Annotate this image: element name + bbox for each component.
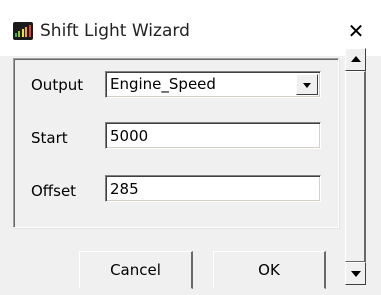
offset-input[interactable] (105, 175, 321, 202)
window-title: Shift Light Wizard (40, 21, 190, 41)
icon-bar (21, 29, 24, 37)
close-icon: ✕ (347, 19, 365, 43)
output-selected-value: Engine_Speed (110, 75, 216, 93)
scroll-up-button[interactable] (345, 48, 366, 71)
output-label: Output (31, 76, 84, 94)
cancel-button[interactable]: Cancel (79, 251, 193, 289)
icon-bar (28, 25, 31, 37)
start-input[interactable] (105, 122, 321, 149)
output-select[interactable]: Engine_Speed (105, 71, 321, 98)
scroll-track[interactable] (345, 71, 366, 262)
start-label: Start (31, 129, 68, 147)
scroll-down-arrow-icon (351, 271, 361, 277)
title-bar: Shift Light Wizard ✕ (0, 0, 381, 56)
shift-light-app-icon (13, 22, 33, 40)
close-button[interactable]: ✕ (345, 20, 367, 42)
scroll-down-button[interactable] (345, 262, 366, 285)
icon-bar (15, 33, 17, 37)
icon-bar (18, 31, 21, 37)
scroll-thumb[interactable] (345, 71, 366, 262)
scroll-up-arrow-icon (351, 56, 361, 62)
settings-group-panel: Output Engine_Speed Start Offset (13, 58, 339, 228)
vertical-scrollbar[interactable] (345, 48, 366, 285)
icon-bar (25, 27, 28, 37)
offset-label: Offset (31, 182, 77, 200)
output-dropdown-button[interactable] (296, 74, 318, 95)
chevron-down-icon (303, 83, 311, 88)
ok-button[interactable]: OK (213, 251, 326, 289)
